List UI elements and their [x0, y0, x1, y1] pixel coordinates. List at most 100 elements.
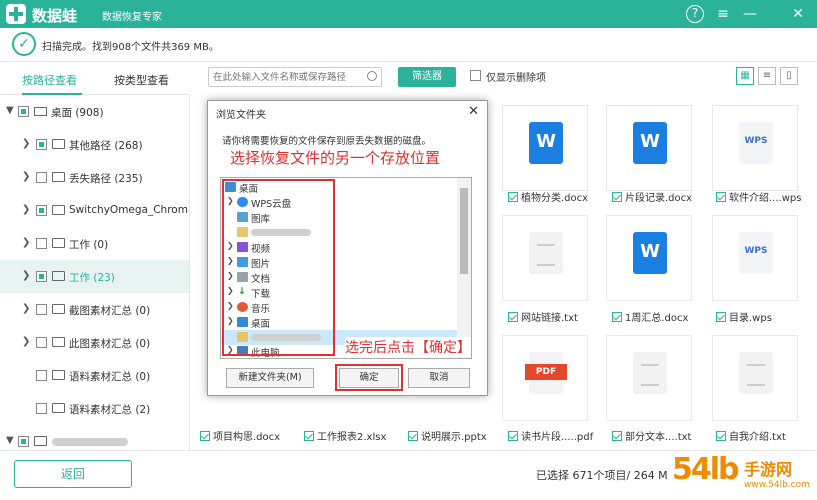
tree-checkbox[interactable] [36, 271, 47, 282]
file-checkbox[interactable] [612, 431, 622, 441]
file-name[interactable]: 自我介绍.txt [716, 428, 786, 443]
search-icon[interactable] [367, 71, 377, 81]
file-checkbox[interactable] [200, 431, 210, 441]
tree-checkbox[interactable] [18, 436, 29, 447]
tree-checkbox[interactable] [36, 304, 47, 315]
tree-item[interactable]: ▼ [0, 425, 189, 450]
filter-button[interactable]: 筛选器 [398, 67, 456, 87]
tree-checkbox[interactable] [36, 139, 47, 150]
detail-view-button[interactable]: ▯ [780, 67, 798, 85]
file-name[interactable]: 1周汇总.docx [612, 309, 688, 324]
tree-item-label: 语料素材汇总 (0) [69, 371, 151, 383]
chevron-right-icon[interactable]: ❯ [22, 138, 30, 149]
tree-item-desktop[interactable]: ▼ 桌面 (908) [0, 95, 189, 128]
folder-icon [52, 238, 65, 248]
file-checkbox[interactable] [716, 431, 726, 441]
tree-checkbox[interactable] [36, 370, 47, 381]
tree-item-label: 工作 (23) [69, 272, 115, 284]
grid-view-button[interactable]: ▦ [736, 67, 754, 85]
file-card[interactable] [606, 215, 692, 301]
dialog-close-button[interactable]: ✕ [468, 104, 479, 119]
file-name[interactable]: 网站链接.txt [508, 309, 578, 324]
dialog-description: 请你将需要恢复的文件保存到原丢失数据的磁盘。 [222, 136, 432, 147]
tree-item[interactable]: 语料素材汇总 (2) [0, 392, 189, 425]
tree-item[interactable]: 语料素材汇总 (0) [0, 359, 189, 392]
tree-item[interactable]: ❯ 其他路径 (268) [0, 128, 189, 161]
chevron-right-icon[interactable]: ❯ [22, 204, 30, 215]
chevron-right-icon[interactable]: ❯ [22, 336, 30, 347]
watermark-text: 手游网 [744, 460, 793, 479]
tree-item[interactable]: ❯ 丢失路径 (235) [0, 161, 189, 194]
view-tabs: 按路径查看 按类型查看 [0, 62, 190, 95]
file-name[interactable]: 项目构思.docx [200, 428, 280, 443]
app-brand: 数据蛙 [32, 7, 78, 25]
file-name[interactable]: 说明展示.pptx [408, 428, 487, 443]
chevron-right-icon[interactable]: ❯ [22, 171, 30, 182]
file-name[interactable]: 目录.wps [716, 309, 772, 324]
file-card[interactable] [606, 335, 692, 421]
tree-checkbox[interactable] [36, 337, 47, 348]
tab-by-path[interactable]: 按路径查看 [22, 72, 77, 88]
chevron-right-icon[interactable]: ❯ [22, 270, 30, 281]
menu-button[interactable]: ≡ [713, 4, 733, 24]
tree-item[interactable]: ❯ 此图素材汇总 (0) [0, 326, 189, 359]
tree-item[interactable]: ❯ 截图素材汇总 (0) [0, 293, 189, 326]
folder-list-scrollbar[interactable] [457, 178, 471, 358]
file-card[interactable] [502, 215, 588, 301]
list-view-button[interactable]: ≡ [758, 67, 776, 85]
tab-by-type[interactable]: 按类型查看 [114, 72, 169, 88]
file-card[interactable] [502, 335, 588, 421]
file-card[interactable] [712, 215, 798, 301]
chevron-down-icon[interactable]: ▼ [6, 435, 14, 446]
file-checkbox[interactable] [612, 312, 622, 322]
chevron-right-icon[interactable]: ❯ [22, 237, 30, 248]
file-name[interactable]: 工作报表2.xlsx [304, 428, 386, 443]
file-checkbox[interactable] [612, 192, 622, 202]
file-checkbox[interactable] [408, 431, 418, 441]
selection-summary: 已选择 671个项目/ 264 M [536, 469, 668, 482]
search-box[interactable] [208, 67, 382, 87]
back-button[interactable]: 返回 [14, 460, 132, 488]
file-name[interactable]: 部分文本....txt [612, 428, 691, 443]
tree-checkbox[interactable] [36, 238, 47, 249]
help-button[interactable]: ? [686, 5, 704, 23]
file-checkbox[interactable] [304, 431, 314, 441]
scan-status-text: 扫描完成。找到908个文件共369 MB。 [42, 42, 219, 53]
file-name[interactable]: 植物分类.docx [508, 189, 588, 204]
tree-checkbox[interactable] [18, 106, 29, 117]
check-icon: ✓ [12, 32, 36, 56]
cancel-button[interactable]: 取消 [408, 368, 470, 388]
file-checkbox[interactable] [716, 312, 726, 322]
folder-icon [52, 172, 65, 182]
file-checkbox[interactable] [508, 312, 518, 322]
chevron-right-icon[interactable]: ❯ [22, 303, 30, 314]
tree-item[interactable]: ❯ 工作 (0) [0, 227, 189, 260]
file-checkbox[interactable] [508, 192, 518, 202]
file-card[interactable] [502, 105, 588, 191]
tree-checkbox[interactable] [36, 403, 47, 414]
tree-checkbox[interactable] [36, 172, 47, 183]
annotation-select-location: 选择恢复文件的另一个存放位置 [230, 149, 441, 167]
tree-item-label: 丢失路径 (235) [69, 173, 143, 185]
search-input[interactable] [213, 71, 361, 84]
minimize-button[interactable]: — [740, 4, 760, 24]
file-card[interactable] [712, 105, 798, 191]
file-name[interactable]: 片段记录.docx [612, 189, 692, 204]
chevron-down-icon[interactable]: ▼ [6, 105, 14, 116]
new-folder-button[interactable]: 新建文件夹(M) [226, 368, 314, 388]
file-card[interactable] [712, 335, 798, 421]
close-button[interactable]: ✕ [788, 4, 808, 24]
only-deleted-checkbox[interactable] [470, 70, 481, 81]
browse-folder-dialog: 浏览文件夹 ✕ 请你将需要恢复的文件保存到原丢失数据的磁盘。 选择恢复文件的另一… [207, 100, 488, 396]
tree-item[interactable]: ❯ SwitchyOmega_Chromium [0, 194, 189, 227]
tree-checkbox[interactable] [36, 205, 47, 216]
computer-icon [34, 107, 47, 116]
file-name[interactable]: 读书片段.....pdf [508, 428, 593, 443]
file-card[interactable] [606, 105, 692, 191]
folder-icon [34, 436, 47, 446]
file-checkbox[interactable] [716, 192, 726, 202]
tree-item-selected[interactable]: ❯ 工作 (23) [0, 260, 189, 293]
file-checkbox[interactable] [508, 431, 518, 441]
file-name[interactable]: 软件介绍....wps [716, 189, 801, 204]
scrollbar-thumb[interactable] [460, 188, 468, 274]
